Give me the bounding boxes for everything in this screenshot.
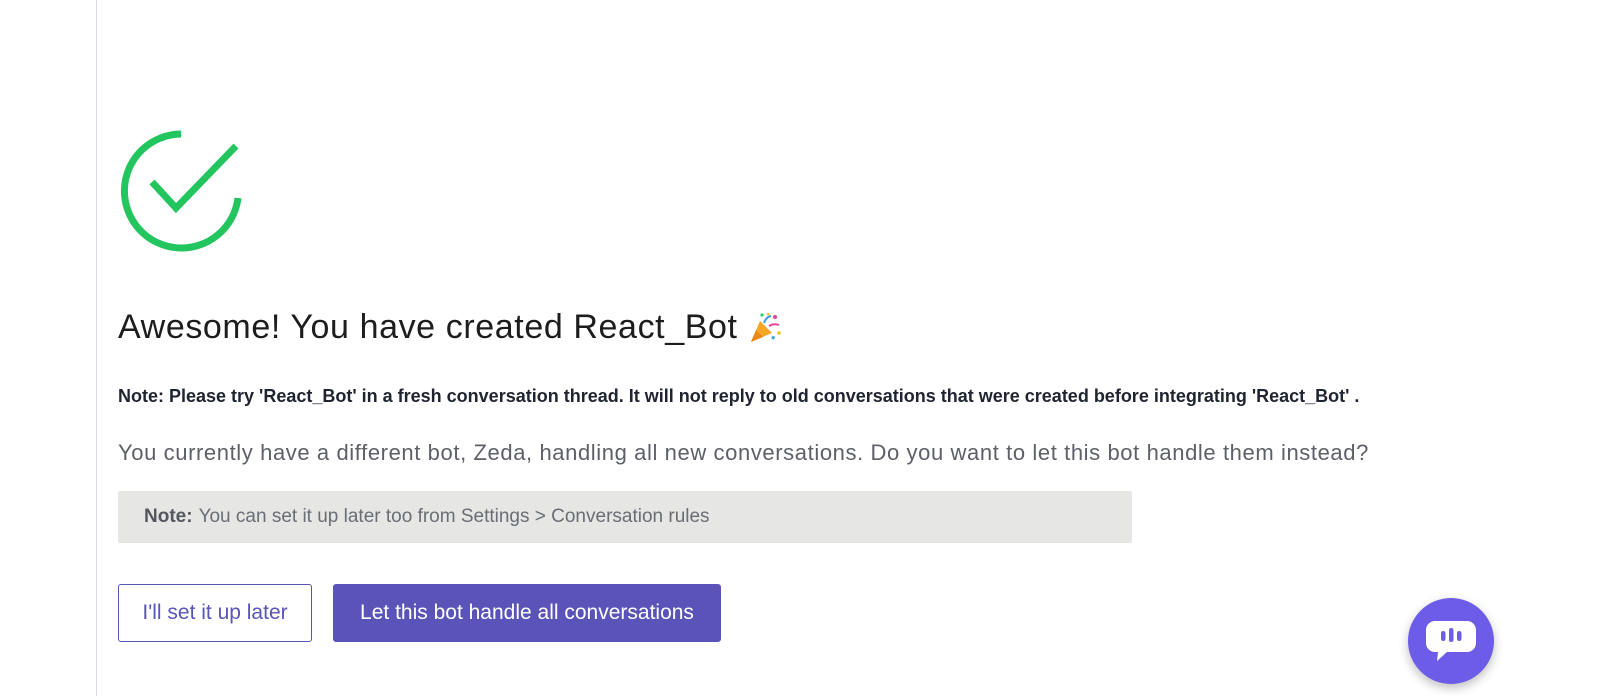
sidebar-divider [96, 0, 97, 696]
info-box-label: Note: [144, 506, 193, 527]
chat-widget-button[interactable] [1408, 598, 1494, 684]
title-text: Awesome! You have created React_Bot [118, 308, 738, 346]
fresh-thread-note: Note: Please try 'React_Bot' in a fresh … [118, 386, 1360, 406]
handle-all-conversations-button[interactable]: Let this bot handle all conversations [333, 584, 721, 642]
check-circle-icon [120, 130, 242, 252]
page: Awesome! You have created React_Bot Note… [0, 0, 1600, 696]
handover-question: You currently have a different bot, Zeda… [118, 440, 1369, 465]
party-popper-icon [750, 312, 781, 342]
info-box: Note: You can set it up later too from S… [118, 491, 1132, 543]
info-box-text: You can set it up later too from Setting… [198, 506, 710, 527]
page-title: Awesome! You have created React_Bot [118, 308, 782, 347]
set-up-later-button[interactable]: I'll set it up later [118, 584, 312, 642]
chat-bubble-icon [1426, 621, 1476, 661]
